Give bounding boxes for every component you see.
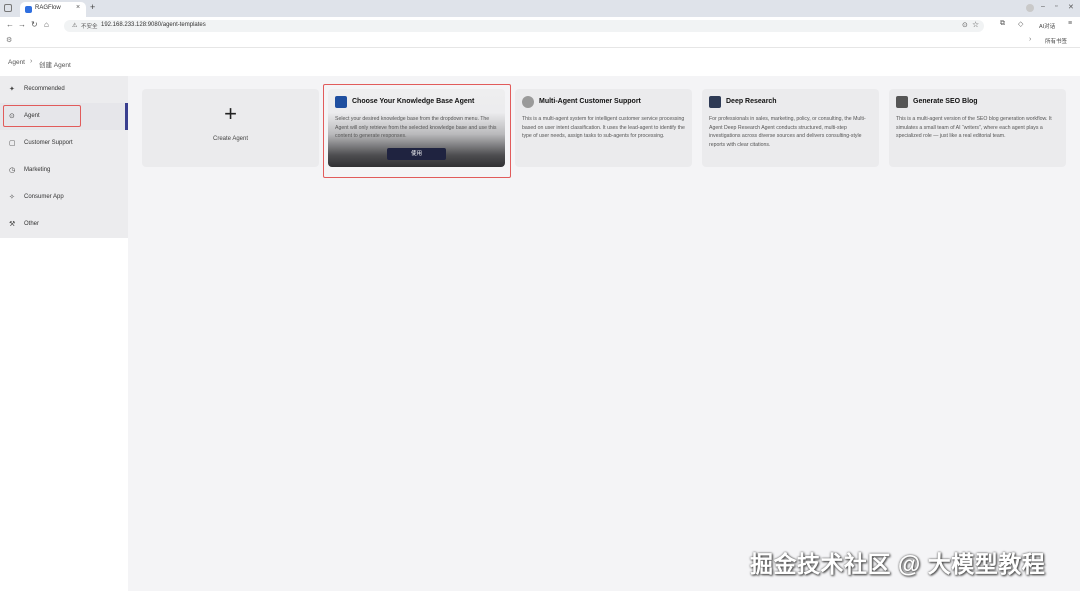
card-description: This is a multi-agent system for intelli… (522, 116, 685, 140)
chevron-right-icon[interactable]: › (1029, 36, 1031, 43)
sidebar-item-label: Customer Support (24, 140, 73, 146)
tab-title: RAGFlow (35, 5, 61, 11)
card-title: Deep Research (726, 98, 777, 105)
app-header: Agent › 创建 Agent (0, 48, 1080, 76)
sparkle-icon: ✦ (9, 86, 15, 93)
warning-icon[interactable]: ⚠ (72, 22, 77, 29)
create-agent-card[interactable]: + Create Agent (142, 89, 319, 167)
bookmark-settings-icon[interactable]: ⚙ (6, 36, 12, 44)
url-field[interactable]: ⚠ 不安全 192.168.233.128:9080/agent-templat… (64, 20, 984, 32)
bookmark-bar: ⚙ › 所有书签 (0, 34, 1080, 48)
ragflow-favicon-icon (25, 6, 32, 13)
sidebar-item-recommended[interactable]: ✦ Recommended (0, 76, 128, 103)
card-title: Multi-Agent Customer Support (539, 98, 641, 105)
home-icon[interactable]: ⌂ (44, 20, 49, 29)
close-window-icon[interactable]: ✕ (1068, 3, 1074, 11)
address-bar-row: ← → ↻ ⌂ ⚠ 不安全 192.168.233.128:9080/agent… (0, 17, 1080, 34)
location-icon[interactable]: ⊙ (962, 21, 968, 29)
robot-icon (522, 96, 534, 108)
agent-highlight-box (3, 105, 81, 127)
app-icon: ✧ (9, 194, 15, 201)
browser-tabbar: RAGFlow × + – ▫ ✕ (0, 0, 1080, 17)
deep-research-agent-card[interactable]: Deep Research For professionals in sales… (702, 89, 879, 167)
sidebar-item-label: Consumer App (24, 194, 64, 200)
sidebar-item-consumer-app[interactable]: ✧ Consumer App (0, 184, 128, 211)
new-tab-button[interactable]: + (90, 2, 95, 12)
category-sidebar: ✦ Recommended ⊙ Agent ▢ Customer Support… (0, 76, 128, 238)
plus-icon: + (224, 101, 237, 126)
extensions-icon[interactable]: ⧉ (1000, 20, 1005, 28)
tab-grid-icon[interactable] (4, 4, 12, 12)
marketing-icon: ◷ (9, 167, 16, 174)
url-text[interactable]: 192.168.233.128:9080/agent-templates (101, 22, 206, 28)
maximize-icon[interactable]: ▫ (1055, 3, 1057, 10)
watermark-text: 掘金技术社区 @ 大模型教程 (750, 551, 1046, 577)
minimize-icon[interactable]: – (1041, 3, 1045, 10)
ai-chat-button[interactable]: AI对话 (1039, 22, 1055, 30)
card-description: This is a multi-agent version of the SEO… (896, 116, 1052, 140)
blog-icon (896, 96, 908, 108)
star-icon[interactable]: ☆ (972, 20, 979, 29)
shield-icon[interactable]: ◇ (1018, 20, 1023, 28)
forward-icon[interactable]: → (18, 20, 26, 29)
card-description: For professionals in sales, marketing, p… (709, 116, 866, 148)
seo-blog-agent-card[interactable]: Generate SEO Blog This is a multi-agent … (889, 89, 1066, 167)
sidebar-item-label: Other (24, 221, 40, 227)
sidebar-item-other[interactable]: ⚒ Other (0, 211, 128, 238)
sidebar-item-customer-support[interactable]: ▢ Customer Support (0, 130, 128, 157)
tab-close-icon[interactable]: × (76, 4, 80, 11)
breadcrumb-root[interactable]: Agent (8, 59, 25, 66)
research-icon (709, 96, 721, 108)
sidebar-item-label: Recommended (24, 86, 65, 92)
all-bookmarks-button[interactable]: 所有书签 (1045, 37, 1067, 45)
kb-card-highlight-box (323, 84, 511, 178)
sidebar-empty-area (0, 238, 128, 591)
create-agent-label: Create Agent (212, 136, 249, 142)
other-icon: ⚒ (9, 221, 16, 228)
support-icon: ▢ (9, 140, 16, 147)
active-indicator (125, 103, 128, 130)
browser-tab[interactable]: RAGFlow × (20, 2, 86, 17)
breadcrumb-separator: › (30, 58, 33, 65)
breadcrumb-current: 创建 Agent (39, 62, 71, 69)
sidebar-item-label: Marketing (24, 167, 51, 173)
menu-icon[interactable]: ≡ (1068, 20, 1072, 27)
customer-support-agent-card[interactable]: Multi-Agent Customer Support This is a m… (515, 89, 692, 167)
back-icon[interactable]: ← (6, 20, 14, 29)
sidebar-item-marketing[interactable]: ◷ Marketing (0, 157, 128, 184)
card-title: Generate SEO Blog (913, 98, 978, 105)
profile-avatar[interactable] (1026, 4, 1034, 12)
not-secure-label[interactable]: 不安全 (81, 22, 98, 30)
reload-icon[interactable]: ↻ (31, 20, 38, 29)
